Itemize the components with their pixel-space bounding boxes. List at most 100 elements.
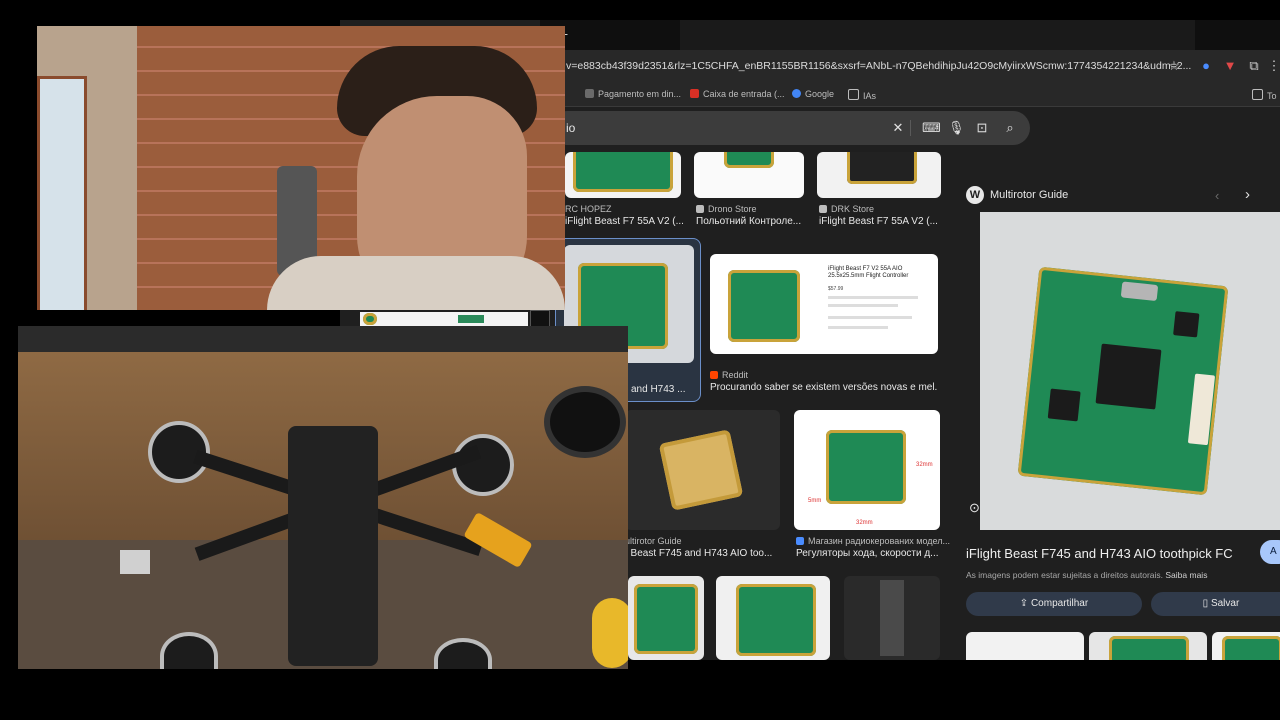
result-thumbnail[interactable] — [628, 576, 704, 660]
shirt — [267, 256, 565, 310]
bookmark-icon: ▯ — [1202, 598, 1211, 609]
result-source[interactable]: ultirotor Guide — [625, 536, 682, 546]
pcb-image — [658, 429, 744, 511]
chip — [1173, 311, 1200, 338]
gmail-icon — [690, 89, 699, 98]
previous-arrow-icon[interactable]: ‹ — [1215, 188, 1219, 203]
result-thumbnail[interactable]: iFlight Beast F7 V2 55A AIO 25.5x25.5mm … — [710, 254, 938, 354]
product-price: $57.99 — [828, 286, 844, 292]
background-tab[interactable] — [680, 20, 1195, 50]
more-menu-icon[interactable]: ⋮ — [1266, 58, 1280, 74]
favicon-icon — [796, 537, 804, 545]
favicon-icon — [819, 205, 827, 213]
result-source[interactable]: Магазин радиокерованих модел... — [796, 536, 950, 546]
share-button[interactable]: ⇪ Compartilhar — [966, 592, 1142, 616]
bookmark-folder[interactable]: IAs — [848, 89, 876, 101]
url-text[interactable]: v=e883cb43f39d2351&rlz=1C5CHFA_enBR1155B… — [566, 60, 1191, 72]
lens-search-icon[interactable]: ⊙ — [969, 500, 980, 516]
image-preview-panel: W Multirotor Guide ‹ › ⊙ iFlight Beast F… — [955, 170, 1280, 660]
pcb-image — [736, 584, 816, 656]
related-thumbnail[interactable] — [966, 632, 1084, 660]
divider — [910, 120, 911, 136]
bookmark-item[interactable]: Google — [792, 89, 834, 99]
next-arrow-icon[interactable]: › — [1245, 186, 1250, 203]
related-thumbnail[interactable] — [1212, 632, 1280, 660]
folder-icon — [848, 89, 859, 100]
bookmark-folder[interactable]: To — [1252, 89, 1277, 101]
copyright-note: As imagens podem estar sujeitas a direit… — [966, 570, 1208, 580]
dimension-height-label: 32mm — [916, 462, 933, 468]
product-title: iFlight Beast F7 V2 55A AIO 25.5x25.5mm … — [828, 266, 909, 279]
extension-red-icon[interactable]: ▼ — [1222, 58, 1238, 74]
result-thumbnail[interactable] — [565, 152, 681, 198]
text-line — [828, 326, 888, 329]
pcb-image — [573, 152, 673, 192]
folder-icon — [1252, 89, 1263, 100]
visit-button[interactable]: A — [1260, 540, 1280, 564]
result-thumbnail[interactable] — [716, 576, 830, 660]
result-title[interactable]: iFlight Beast F7 55A V2 (... — [819, 216, 943, 227]
receiver — [120, 550, 150, 574]
share-icon: ⇪ — [1019, 598, 1031, 609]
floating-thumbnail — [360, 312, 528, 326]
result-title: and H743 ... — [631, 384, 686, 395]
panel-source[interactable]: Multirotor Guide — [990, 189, 1068, 201]
result-thumbnail[interactable] — [817, 152, 941, 198]
dimension-width-label: 32mm — [856, 520, 873, 526]
extension-icon[interactable]: ● — [1198, 58, 1214, 74]
learn-more-link[interactable]: Saiba mais — [1165, 570, 1207, 580]
pcb-image — [728, 270, 800, 342]
result-thumbnail[interactable] — [844, 576, 940, 660]
extensions-puzzle-icon[interactable]: ⧉ — [1246, 58, 1262, 74]
tape-roll — [544, 386, 626, 458]
result-title[interactable]: t Beast F745 and H743 AIO too... — [625, 548, 781, 559]
webcam-overlay — [37, 26, 565, 310]
panel-title[interactable]: iFlight Beast F745 and H743 AIO toothpic… — [966, 546, 1233, 561]
result-title[interactable]: Польотний Контроле... — [696, 216, 808, 227]
search-icon[interactable]: ⌕ — [1002, 120, 1018, 136]
result-source[interactable]: Drono Store — [696, 204, 757, 214]
pcb-image — [634, 584, 698, 654]
favicon-icon — [696, 205, 704, 213]
related-thumbnail[interactable] — [1089, 632, 1207, 660]
search-input[interactable]: io — [566, 121, 575, 135]
result-title[interactable]: iFlight Beast F7 55A V2 (... — [565, 216, 685, 227]
pcb-image — [458, 315, 484, 323]
microphone-icon[interactable]: 🎙 — [948, 120, 965, 136]
keyboard-icon[interactable]: ⌨ — [922, 120, 941, 136]
result-source[interactable]: Reddit — [710, 370, 748, 380]
usb-port — [1120, 281, 1159, 302]
result-thumbnail[interactable] — [625, 410, 780, 530]
pcb-image — [1017, 266, 1229, 496]
result-thumbnail[interactable]: 32mm 32mm 5mm — [794, 410, 940, 530]
result-source[interactable]: DRK Store — [819, 204, 874, 214]
lens-icon[interactable]: ⊡ — [974, 120, 990, 136]
result-source[interactable]: RC HOPEZ — [565, 204, 612, 214]
dimension-hole-label: 5mm — [808, 498, 822, 504]
mcu-chip — [1095, 343, 1162, 410]
result-title[interactable]: Procurando saber se existem versões nova… — [710, 382, 938, 393]
clear-search-icon[interactable]: ✕ — [890, 120, 906, 136]
pcb-image — [363, 313, 377, 325]
bookmark-star-icon[interactable]: ☆ — [1166, 58, 1182, 74]
tool-handle — [592, 598, 628, 668]
result-thumbnail[interactable] — [694, 152, 804, 198]
drone-frame — [288, 426, 378, 666]
pcb-image — [880, 580, 904, 656]
result-title[interactable]: Регуляторы хода, скорости д... — [796, 548, 940, 559]
text-line — [828, 316, 912, 319]
preview-image[interactable] — [980, 212, 1280, 530]
bookmark-item[interactable]: Caixa de entrada (... — [690, 89, 785, 99]
pcb-image — [826, 430, 906, 504]
google-icon — [792, 89, 801, 98]
wordpress-icon: W — [966, 186, 984, 204]
connector — [1187, 373, 1216, 446]
pcb-image — [847, 152, 917, 184]
save-button[interactable]: ▯ Salvar — [1151, 592, 1280, 616]
text-line — [828, 304, 898, 307]
pcb-image — [1222, 636, 1280, 660]
window — [37, 76, 87, 310]
search-bar[interactable]: io ✕ ⌨ 🎙 ⊡ ⌕ — [550, 111, 1030, 145]
reddit-icon — [710, 371, 718, 379]
bookmark-item[interactable]: Pagamento em din... — [585, 89, 681, 99]
